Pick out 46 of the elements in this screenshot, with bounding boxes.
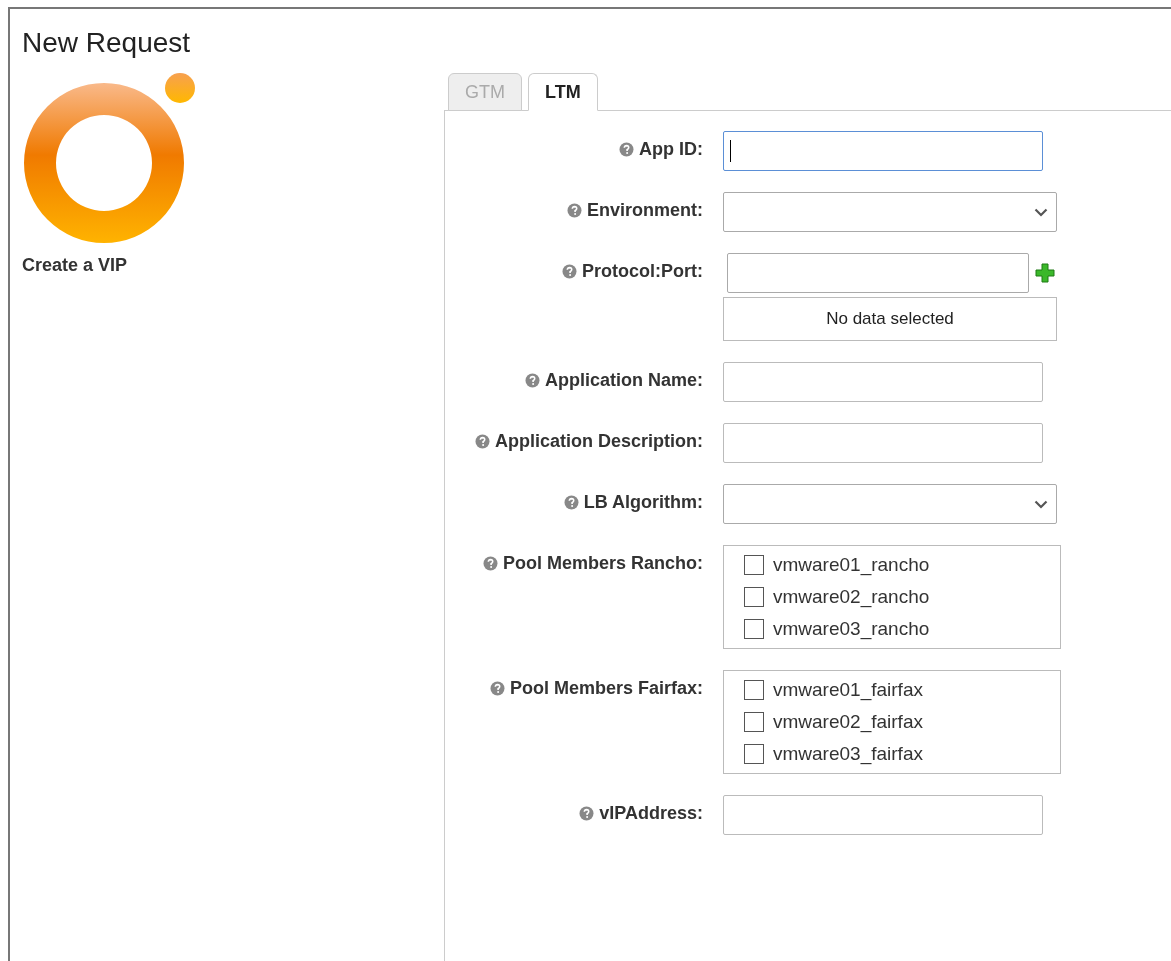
help-icon[interactable] <box>563 495 579 510</box>
checkbox-option[interactable]: vmware03_fairfax <box>744 743 1040 765</box>
help-icon[interactable] <box>579 806 595 821</box>
dropdown-field[interactable] <box>723 192 1057 232</box>
field-label: LB Algorithm: <box>583 492 703 513</box>
field-label: Application Description: <box>495 431 703 452</box>
text-cursor <box>730 140 731 162</box>
selection-list: No data selected <box>723 297 1057 341</box>
field-label: Environment: <box>587 200 703 221</box>
help-icon[interactable] <box>524 373 540 388</box>
input-field[interactable] <box>723 423 1043 463</box>
help-icon[interactable] <box>567 203 582 218</box>
chevron-down-icon <box>1034 207 1048 217</box>
checkbox-option[interactable]: vmware01_fairfax <box>744 679 1040 701</box>
checkbox[interactable] <box>744 744 764 764</box>
checkbox[interactable] <box>744 619 764 639</box>
input-field[interactable] <box>723 131 1043 171</box>
add-icon[interactable] <box>1035 263 1055 283</box>
input-field[interactable] <box>727 253 1029 293</box>
help-icon[interactable] <box>562 264 577 279</box>
help-icon[interactable] <box>489 681 505 696</box>
field-label: Application Name: <box>544 370 703 391</box>
checkbox-option[interactable]: vmware02_fairfax <box>744 711 1040 733</box>
checkbox-option[interactable]: vmware03_rancho <box>744 618 1040 640</box>
checkbox[interactable] <box>744 587 764 607</box>
checkbox-option[interactable]: vmware01_rancho <box>744 554 1040 576</box>
checkbox[interactable] <box>744 680 764 700</box>
logo-icon <box>22 73 198 245</box>
checkbox[interactable] <box>744 712 764 732</box>
help-icon[interactable] <box>482 556 498 571</box>
page-title: New Request <box>22 27 191 59</box>
field-label: Protocol:Port: <box>582 261 703 282</box>
tab[interactable]: LTM <box>528 73 598 111</box>
checkbox[interactable] <box>744 555 764 575</box>
logo-caption: Create a VIP <box>22 255 128 276</box>
input-field[interactable] <box>723 362 1043 402</box>
help-icon[interactable] <box>475 434 490 449</box>
field-label: Pool Members Rancho: <box>502 553 703 574</box>
dropdown-field[interactable] <box>723 484 1057 524</box>
chevron-down-icon <box>1034 499 1048 509</box>
field-label: vIPAddress: <box>599 803 703 824</box>
help-icon[interactable] <box>619 142 634 157</box>
input-field[interactable] <box>723 795 1043 835</box>
field-label: Pool Members Fairfax: <box>509 678 703 699</box>
checkbox-option[interactable]: vmware02_rancho <box>744 586 1040 608</box>
field-label: App ID: <box>639 139 703 160</box>
